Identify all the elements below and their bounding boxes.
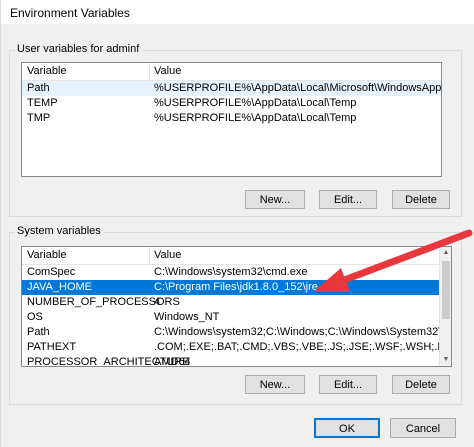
system-var-row-os[interactable]: OS Windows_NT xyxy=(22,310,439,325)
user-delete-button[interactable]: Delete xyxy=(392,190,450,209)
system-var-row-pathext[interactable]: PATHEXT .COM;.EXE;.BAT;.CMD;.VBS;.VBE;.J… xyxy=(22,340,451,355)
variable-name: OS xyxy=(27,311,43,323)
user-var-row-tmp[interactable]: TMP %USERPROFILE%\AppData\Local\Temp xyxy=(22,111,441,126)
variable-value: 4 xyxy=(154,296,161,308)
column-header-variable[interactable]: Variable xyxy=(27,249,67,261)
variable-value: Windows_NT xyxy=(154,311,220,323)
variable-name: Path xyxy=(27,82,50,94)
cancel-button[interactable]: Cancel xyxy=(390,418,456,438)
system-var-row-comspec[interactable]: ComSpec C:\Windows\system32\cmd.exe xyxy=(22,265,439,280)
system-new-button[interactable]: New... xyxy=(245,375,305,394)
user-new-button[interactable]: New... xyxy=(245,190,305,209)
variable-value: C:\Windows\system32\cmd.exe xyxy=(154,266,308,278)
user-var-row-path[interactable]: Path %USERPROFILE%\AppData\Local\Microso… xyxy=(22,81,441,96)
variable-value: C:\Program Files\jdk1.8.0_152\jre xyxy=(154,281,318,293)
variable-value: %USERPROFILE%\AppData\Local\Temp xyxy=(154,112,357,124)
column-divider[interactable] xyxy=(149,63,150,80)
window-title: Environment Variables xyxy=(10,6,130,20)
variable-value: C:\Windows\system32;C:\Windows;C:\Window… xyxy=(154,326,451,338)
environment-variables-dialog: Environment Variables User variables for… xyxy=(0,0,474,447)
variable-name: PATHEXT xyxy=(27,341,77,353)
variable-name: JAVA_HOME xyxy=(27,281,92,293)
scroll-down-icon[interactable]: ▼ xyxy=(440,354,451,366)
column-divider[interactable] xyxy=(149,247,150,264)
user-edit-button[interactable]: Edit... xyxy=(319,190,377,209)
user-var-row-temp[interactable]: TEMP %USERPROFILE%\AppData\Local\Temp xyxy=(22,96,441,111)
user-variables-header: Variable Value xyxy=(22,63,441,81)
variable-name: ComSpec xyxy=(27,266,76,278)
variable-value: %USERPROFILE%\AppData\Local\Microsoft\Wi… xyxy=(154,82,442,94)
column-header-variable[interactable]: Variable xyxy=(27,65,67,77)
user-variables-list[interactable]: Variable Value Path %USERPROFILE%\AppDat… xyxy=(21,62,442,177)
title-bar[interactable]: Environment Variables xyxy=(1,0,474,24)
variable-value: AMD64 xyxy=(154,356,191,367)
system-var-row-processor-architecture[interactable]: PROCESSOR_ARCHITECTURE AMD64 xyxy=(22,355,439,367)
system-var-row-java-home[interactable]: JAVA_HOME C:\Program Files\jdk1.8.0_152\… xyxy=(22,280,439,295)
column-header-value[interactable]: Value xyxy=(154,249,181,261)
system-delete-button[interactable]: Delete xyxy=(392,375,450,394)
vertical-scrollbar[interactable]: ▲ ▼ xyxy=(439,247,451,366)
system-edit-button[interactable]: Edit... xyxy=(319,375,377,394)
scroll-up-icon[interactable]: ▲ xyxy=(440,247,451,259)
system-var-row-path[interactable]: Path C:\Windows\system32;C:\Windows;C:\W… xyxy=(22,325,451,340)
variable-name: TEMP xyxy=(27,97,58,109)
user-variables-label: User variables for adminf xyxy=(15,43,142,55)
system-variables-label: System variables xyxy=(15,225,103,237)
scroll-thumb[interactable] xyxy=(442,261,450,319)
variable-name: TMP xyxy=(27,112,51,124)
variable-value: .COM;.EXE;.BAT;.CMD;.VBS;.VBE;.JS;.JSE;.… xyxy=(154,341,452,353)
variable-value: %USERPROFILE%\AppData\Local\Temp xyxy=(154,97,357,109)
column-header-value[interactable]: Value xyxy=(154,65,181,77)
system-variables-header: Variable Value xyxy=(22,247,439,265)
ok-button[interactable]: OK xyxy=(314,418,380,438)
variable-name: Path xyxy=(27,326,50,338)
system-var-row-number-of-processors[interactable]: NUMBER_OF_PROCESSORS 4 xyxy=(22,295,439,310)
system-variables-list[interactable]: Variable Value ComSpec C:\Windows\system… xyxy=(21,246,452,367)
